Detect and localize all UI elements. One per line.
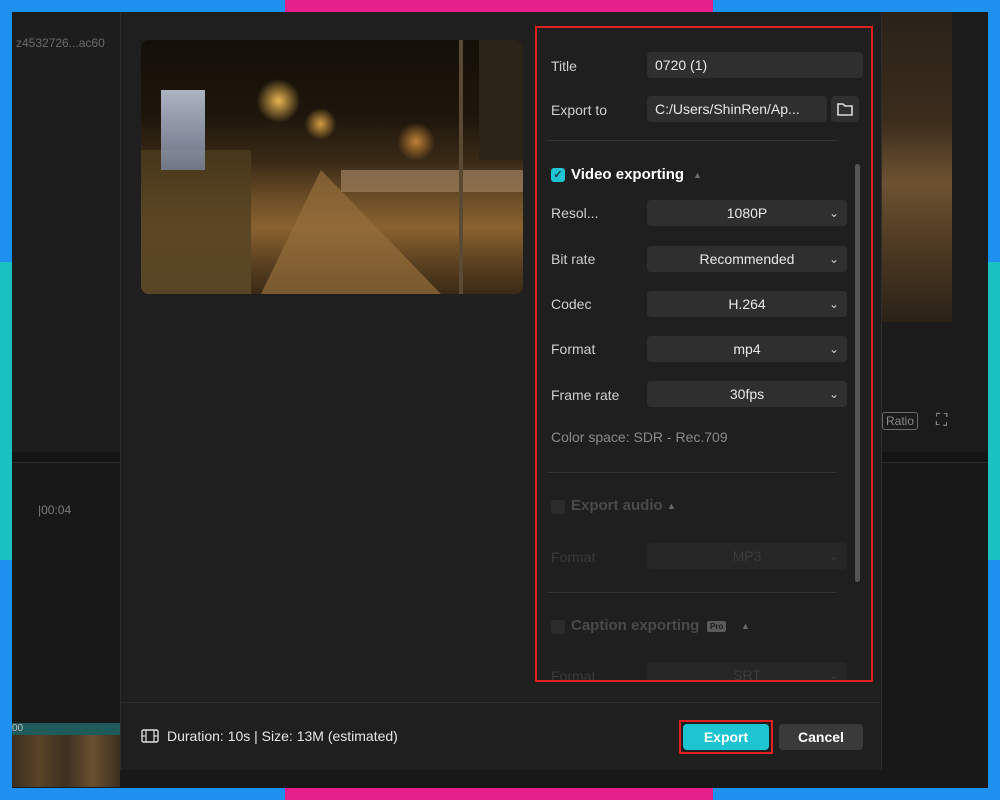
format-select[interactable]: mp4 ⌄: [647, 336, 847, 362]
fullscreen-icon[interactable]: ⛶: [936, 412, 947, 430]
resolution-value: 1080P: [726, 205, 768, 221]
preview-pole: [459, 40, 463, 294]
resolution-select[interactable]: 1080P ⌄: [647, 200, 847, 226]
bitrate-select[interactable]: Recommended ⌄: [647, 246, 847, 272]
framerate-label: Frame rate: [551, 387, 620, 403]
divider-audio: [547, 472, 837, 473]
settings-panel: Title 0720 (1) Export to C:/Users/ShinRe…: [537, 28, 871, 680]
format-value: mp4: [733, 341, 761, 357]
audio-format-value: MP3: [732, 548, 762, 564]
title-label: Title: [551, 58, 577, 74]
caption-export-checkbox[interactable]: [551, 620, 565, 634]
video-section-title: Video exporting: [571, 166, 685, 183]
export-button[interactable]: Export: [683, 724, 769, 750]
frame-top-accent: [285, 0, 713, 12]
folder-icon[interactable]: [831, 96, 859, 122]
codec-value: H.264: [728, 296, 766, 312]
frame-right-accent: [988, 262, 1000, 560]
player-preview: [880, 12, 952, 322]
chevron-up-icon[interactable]: ▲: [693, 170, 702, 180]
caption-format-label: Format: [551, 668, 596, 680]
video-preview: [141, 40, 523, 294]
title-input[interactable]: 0720 (1): [647, 52, 863, 78]
pro-badge: Pro: [707, 621, 727, 632]
codec-label: Codec: [551, 296, 592, 312]
divider-caption: [547, 592, 837, 593]
video-export-checkbox[interactable]: ✓: [551, 168, 565, 182]
chevron-down-icon: ⌄: [828, 297, 839, 311]
cancel-button[interactable]: Cancel: [779, 724, 863, 750]
chevron-down-icon: ⌄: [828, 342, 839, 356]
export-to-label: Export to: [551, 102, 608, 118]
preview-tower: [479, 40, 523, 160]
framerate-value: 30fps: [729, 386, 765, 402]
chevron-down-icon: ⌄: [828, 668, 839, 680]
bitrate-value: Recommended: [699, 251, 795, 267]
caption-section-title: Caption exporting: [571, 617, 700, 634]
timeline-clip[interactable]: 00: [12, 723, 120, 787]
frame-left-accent: [0, 262, 12, 560]
bitrate-label: Bit rate: [551, 251, 596, 267]
caption-format-select[interactable]: SRT ⌄: [647, 662, 847, 680]
audio-export-checkbox[interactable]: [551, 500, 565, 514]
framerate-select[interactable]: 30fps ⌄: [647, 381, 847, 407]
timeline-timecode: |00:04: [38, 503, 72, 517]
codec-select[interactable]: H.264 ⌄: [647, 291, 847, 317]
audio-section-title: Export audio: [571, 497, 663, 514]
export-path-input[interactable]: C:/Users/ShinRen/Ap...: [647, 96, 827, 122]
chevron-down-icon: ⌄: [828, 387, 839, 401]
ratio-button[interactable]: Ratio: [882, 412, 919, 430]
duration-size-text: Duration: 10s | Size: 13M (estimated): [167, 728, 398, 744]
film-icon: [141, 728, 159, 744]
format-label: Format: [551, 341, 596, 357]
export-dialog: Title 0720 (1) Export to C:/Users/ShinRe…: [120, 12, 882, 770]
divider-top: [547, 140, 837, 141]
audio-format-label: Format: [551, 549, 596, 565]
settings-scrollbar[interactable]: [855, 164, 860, 582]
media-filename[interactable]: z4532726...ac60: [16, 36, 105, 50]
chevron-up-icon[interactable]: ▲: [667, 501, 676, 511]
footer-divider: [121, 702, 881, 703]
chevron-down-icon: ⌄: [828, 252, 839, 266]
preview-building: [161, 90, 205, 170]
preview-road: [261, 170, 441, 294]
media-panel: z4532726...ac60: [12, 12, 120, 452]
preview-trees: [141, 150, 251, 294]
caption-format-value: SRT: [733, 667, 761, 680]
player-panel: Ratio ⛶: [880, 12, 988, 452]
resolution-label: Resol...: [551, 205, 599, 221]
clip-label: 00: [12, 723, 24, 734]
chevron-up-icon[interactable]: ▲: [741, 621, 750, 631]
chevron-down-icon: ⌄: [828, 206, 839, 220]
audio-format-select[interactable]: MP3 ⌄: [647, 543, 847, 569]
color-space-text: Color space: SDR - Rec.709: [551, 429, 728, 445]
chevron-down-icon: ⌄: [828, 549, 839, 563]
frame-bottom-accent: [285, 788, 713, 800]
